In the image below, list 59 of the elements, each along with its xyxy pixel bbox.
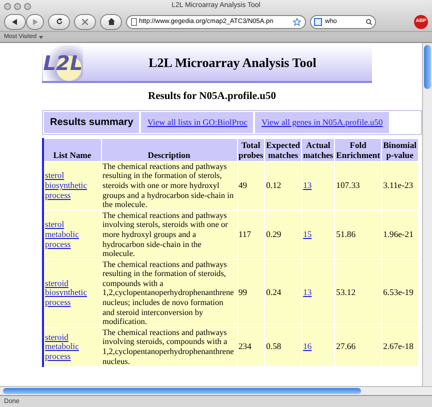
description-cell: The chemical reactions and pathways involving sterols, steroids with one or more hydroxyl groups and a hydrocarbon side-chain in the molecule. (101, 210, 237, 260)
table-cell: 51.86 (334, 210, 382, 260)
column-header: Total probes (237, 138, 265, 162)
matches-link[interactable]: 15 (303, 228, 312, 239)
table-cell: 0.58 (264, 327, 302, 367)
column-header: List Name (43, 138, 101, 162)
matches-link[interactable]: 13 (303, 180, 312, 190)
back-arrow-icon (12, 18, 18, 24)
reload-icon (56, 18, 62, 25)
horizontal-scrollbar[interactable] (0, 386, 432, 395)
list-name-link[interactable]: steroid biosynthetic process (45, 278, 100, 308)
table-cell: 0.12 (264, 161, 302, 210)
vertical-scrollbar[interactable] (422, 43, 432, 386)
description-cell: The chemical reactions and pathways involving steroids, compounds with a 1,2,cyclopentanoperhydrophenanthrene nucleus. (101, 327, 237, 367)
table-cell: 0.29 (264, 210, 302, 260)
column-header: Binomial p-value (382, 138, 418, 162)
matches-link[interactable]: 13 (303, 287, 312, 298)
scroll-thumb[interactable] (424, 45, 431, 89)
results-tab[interactable]: Results summary (43, 110, 140, 134)
table-cell: 1.96e-21 (382, 210, 418, 260)
description-cell: The chemical reactions and pathways resulting in the formation of steroids, compounds with a 1,2,cyclopentanoperhydrophenanthrene nucleus; includes de novo formation and steroid interconversion by modification. (101, 259, 237, 328)
home-button[interactable] (100, 14, 122, 30)
table-cell: 234 (237, 327, 265, 367)
caret-icon (38, 36, 43, 38)
search-icon (366, 18, 372, 24)
logo: L2L (43, 45, 83, 81)
column-header: Actual matches (302, 138, 335, 162)
close-icon (82, 18, 88, 24)
list-name-link[interactable]: sterol biosynthetic process (45, 171, 100, 200)
table-cell: 99 (237, 259, 265, 328)
reload-button[interactable] (48, 14, 70, 30)
search-engine-icon[interactable] (314, 18, 322, 26)
column-header: Fold Enrichment (334, 138, 382, 162)
table-cell: 6.53e-19 (382, 259, 418, 328)
description-cell: The chemical reactions and pathways resulting in the formation of sterols, steroids with one or more hydroxyl groups and a hydrocarbon side-chain in the molecule. (101, 161, 237, 210)
scroll-thumb[interactable] (3, 388, 361, 394)
table-cell: 53.12 (334, 259, 382, 328)
tab-link[interactable]: View all genes in N05A.profile.u50 (254, 110, 390, 134)
banner-title: L2L Microarray Analysis Tool (148, 54, 318, 72)
table-cell: 117 (237, 210, 265, 260)
back-button[interactable] (4, 14, 26, 30)
table-cell: 2.67e-18 (382, 327, 418, 367)
results-heading: Results for N05A.profile.u50 (147, 90, 277, 104)
column-header: Description (101, 138, 237, 162)
tab-link[interactable]: View all lists in GO:BiolProc (140, 110, 254, 134)
stop-button[interactable] (74, 14, 96, 30)
house-icon (108, 18, 114, 25)
forward-arrow-icon (32, 18, 38, 24)
matches-link[interactable]: 16 (303, 341, 312, 352)
table-cell: 27.66 (334, 327, 382, 367)
page-icon (131, 18, 137, 26)
table-cell: 3.11e-23 (382, 161, 418, 210)
table-cell: 0.24 (264, 259, 302, 328)
list-name-link[interactable]: steroid metabolic process (45, 332, 100, 362)
table-cell: 107.33 (334, 161, 382, 210)
list-name-link[interactable]: sterol metabolic process (45, 220, 100, 250)
star-icon[interactable] (293, 18, 301, 26)
column-header: Expected matches (264, 138, 302, 162)
table-cell: 49 (237, 161, 265, 210)
